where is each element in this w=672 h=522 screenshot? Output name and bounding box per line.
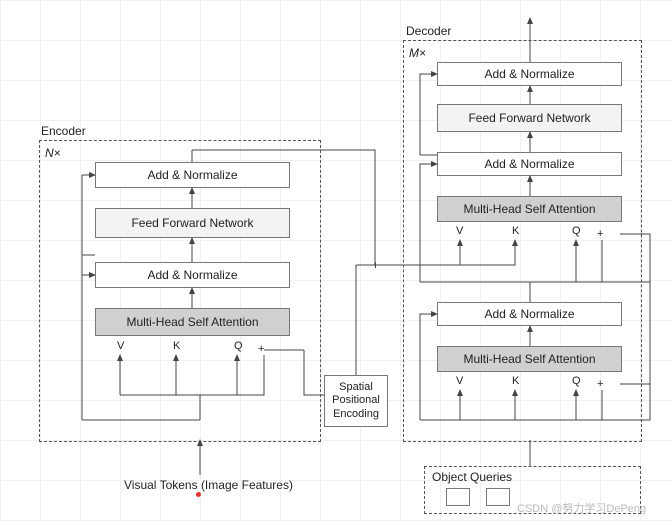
enc-add-norm-top: Add & Normalize xyxy=(95,162,290,188)
enc-mha: Multi-Head Self Attention xyxy=(95,308,290,336)
spe-block: Spatial Positional Encoding xyxy=(324,375,388,427)
object-queries-label: Object Queries xyxy=(432,470,512,484)
enc-port-q: Q xyxy=(234,340,243,352)
dec-add-norm-mid: Add & Normalize xyxy=(437,152,622,176)
encoder-title: Encoder xyxy=(41,124,86,138)
enc-port-plus: + xyxy=(258,343,264,355)
dec-self-plus: + xyxy=(597,378,603,390)
dec-add-norm-top: Add & Normalize xyxy=(437,62,622,86)
decoder-box xyxy=(403,40,642,442)
dec-cross-plus: + xyxy=(597,228,603,240)
typo-marker xyxy=(196,492,201,497)
dec-cross-q: Q xyxy=(572,225,581,237)
dec-cross-v: V xyxy=(456,225,463,237)
dec-self-v: V xyxy=(456,375,463,387)
dec-self-q: Q xyxy=(572,375,581,387)
obj-query-token-1 xyxy=(446,488,470,506)
encoder-repeat: N× xyxy=(45,146,61,160)
dec-self-mha: Multi-Head Self Attention xyxy=(437,346,622,372)
dec-cross-mha: Multi-Head Self Attention xyxy=(437,196,622,222)
dec-self-k: K xyxy=(512,375,519,387)
enc-add-norm-mid: Add & Normalize xyxy=(95,262,290,288)
dec-ffn: Feed Forward Network xyxy=(437,104,622,132)
enc-ffn: Feed Forward Network xyxy=(95,208,290,238)
enc-port-k: K xyxy=(173,340,180,352)
visual-tokens-label: Visual Tokens (Image Features) xyxy=(124,478,293,492)
obj-query-token-2 xyxy=(486,488,510,506)
watermark: CSDN @努力学习DePeng xyxy=(517,500,646,516)
center-plus: + xyxy=(372,258,379,272)
dec-add-norm-low: Add & Normalize xyxy=(437,302,622,326)
enc-port-v: V xyxy=(117,340,124,352)
dec-cross-k: K xyxy=(512,225,519,237)
decoder-repeat: M× xyxy=(409,46,426,60)
decoder-title: Decoder xyxy=(406,24,451,38)
